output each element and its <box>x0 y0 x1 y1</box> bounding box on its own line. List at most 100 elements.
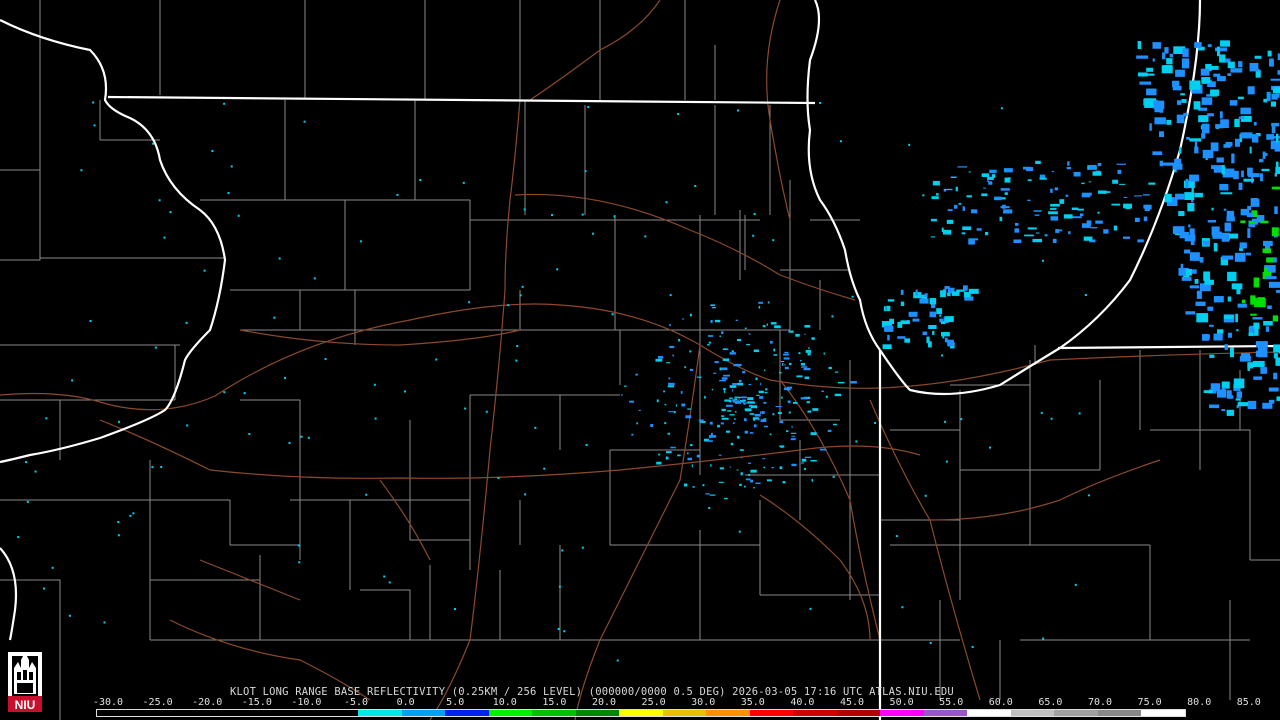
echo-pixel <box>1266 258 1274 263</box>
state-border <box>806 0 881 351</box>
colorbar-label: 40.0 <box>790 697 815 708</box>
echo-pixel <box>396 193 399 196</box>
echo-pixel <box>707 343 710 346</box>
echo-pixel <box>958 203 962 205</box>
echo-pixel <box>1276 289 1280 293</box>
echo-pixel <box>798 352 801 355</box>
echo-pixel <box>1203 271 1211 281</box>
echo-pixel <box>672 354 675 357</box>
county-line <box>229 500 300 546</box>
echo-pixel <box>723 388 726 391</box>
echo-pixel <box>720 422 724 425</box>
echo-pixel <box>940 332 950 337</box>
echo-pixel <box>1271 126 1276 134</box>
echo-pixel <box>1032 238 1043 243</box>
echo-pixel <box>804 333 806 335</box>
colorbar-label: -5.0 <box>343 697 369 708</box>
echo-pixel <box>908 143 911 146</box>
echo-pixel <box>884 325 894 332</box>
echo-pixel <box>1112 179 1119 184</box>
echo-pixel <box>1266 134 1274 140</box>
echo-pixel <box>1239 242 1247 249</box>
echo-pixel <box>669 294 672 297</box>
echo-pixel <box>1185 178 1189 189</box>
echo-pixel <box>1261 168 1270 172</box>
echo-pixel <box>623 385 627 387</box>
echo-pixel <box>644 235 647 238</box>
echo-pixel <box>1219 54 1226 63</box>
echo-pixel <box>1193 101 1201 110</box>
echo-pixel <box>782 480 786 484</box>
echo-pixel <box>1229 100 1238 106</box>
highway-line <box>239 329 521 346</box>
echo-pixel <box>726 430 731 433</box>
echo-pixel <box>668 377 671 380</box>
echo-pixel <box>781 396 783 399</box>
echo-pixel <box>497 476 500 479</box>
echo-pixel <box>1248 173 1260 178</box>
echo-pixel <box>1215 124 1224 129</box>
echo-pixel <box>779 420 784 424</box>
echo-pixel <box>1200 68 1210 76</box>
colorbar-segment <box>271 710 315 716</box>
echo-pixel <box>837 381 845 384</box>
echo-pixel <box>810 459 817 462</box>
echo-pixel <box>1051 170 1054 173</box>
echo-pixel <box>611 313 614 316</box>
echo-pixel <box>719 335 721 338</box>
echo-pixel <box>1039 177 1047 180</box>
echo-pixel <box>1272 86 1280 94</box>
echo-pixel <box>729 414 735 416</box>
echo-pixel <box>669 323 671 327</box>
echo-pixel <box>753 349 759 353</box>
echo-pixel <box>237 214 240 217</box>
echo-pixel <box>887 334 890 341</box>
echo-pixel <box>696 454 700 458</box>
echo-pixel <box>1077 208 1084 211</box>
echo-pixel <box>748 473 751 477</box>
echo-pixel <box>759 411 762 414</box>
echo-pixel <box>689 368 694 371</box>
colorbar-label: 25.0 <box>641 697 666 708</box>
echo-pixel <box>942 229 952 235</box>
niu-logo: NIU <box>8 652 42 712</box>
echo-pixel <box>790 432 797 434</box>
echo-pixel <box>665 456 669 460</box>
echo-pixel <box>900 301 905 306</box>
echo-pixel <box>1275 357 1280 366</box>
echo-pixel <box>1224 344 1228 350</box>
echo-pixel <box>1044 234 1048 237</box>
echo-pixel <box>523 208 526 211</box>
colorbar-segment <box>532 710 576 716</box>
echo-pixel <box>951 291 960 296</box>
echo-pixel <box>733 364 741 367</box>
echo-pixel <box>1233 378 1245 389</box>
echo-pixel <box>1004 192 1008 195</box>
echo-pixel <box>1175 69 1185 77</box>
echo-pixel <box>1042 637 1045 640</box>
echo-pixel <box>1214 47 1227 52</box>
echo-pixel <box>1027 179 1032 182</box>
echo-pixel <box>1235 138 1240 147</box>
echo-pixel <box>760 419 767 423</box>
colorbar-segment <box>923 710 968 716</box>
colorbar-label: 65.0 <box>1038 697 1063 708</box>
echo-pixel <box>1142 194 1150 196</box>
echo-pixel <box>543 467 546 470</box>
echo-pixel <box>243 392 246 395</box>
echo-pixel <box>1252 317 1263 320</box>
echo-pixel <box>521 285 524 288</box>
echo-pixel <box>968 239 975 245</box>
echo-pixel <box>1103 229 1109 234</box>
echo-pixel <box>889 318 894 325</box>
echo-pixel <box>731 350 734 353</box>
echo-pixel <box>1226 409 1235 416</box>
echo-pixel <box>1271 227 1279 237</box>
echo-pixel <box>117 521 120 524</box>
echo-pixel <box>223 102 226 105</box>
echo-pixel <box>664 403 667 406</box>
county-line <box>0 169 41 261</box>
echo-pixel <box>592 232 595 235</box>
echo-pixel <box>1266 91 1271 101</box>
echo-pixel <box>1139 81 1152 85</box>
